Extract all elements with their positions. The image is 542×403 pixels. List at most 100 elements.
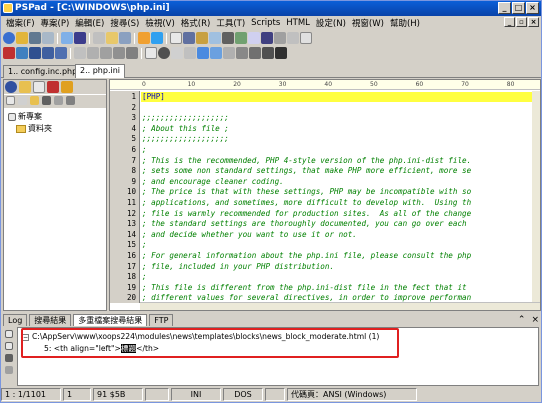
delete-icon[interactable] <box>42 96 51 105</box>
compare-icon[interactable] <box>248 32 260 44</box>
circle-icon[interactable] <box>158 47 170 59</box>
google-icon[interactable] <box>197 47 209 59</box>
maximize-button[interactable]: □ <box>512 2 525 14</box>
open-file-icon[interactable] <box>16 32 28 44</box>
mdi-restore-button[interactable]: ▫ <box>516 17 527 27</box>
code-line[interactable]: ; the standard settings are thoroughly d… <box>142 219 467 228</box>
code-line[interactable]: ; applications, and sometimes, more diff… <box>142 198 471 207</box>
code-line[interactable]: [PHP] <box>142 92 165 101</box>
panel-close-icon[interactable]: × <box>531 315 539 325</box>
minimize-button[interactable]: _ <box>498 2 511 14</box>
align-right-icon[interactable] <box>100 47 112 59</box>
code-line[interactable]: ; file is warmly recommended for product… <box>142 209 471 218</box>
code-line[interactable]: ; <box>142 145 147 154</box>
settings-icon[interactable] <box>287 32 299 44</box>
tab-log[interactable]: Log <box>3 314 28 326</box>
close-doc-icon[interactable] <box>300 32 312 44</box>
menu-edit[interactable]: 編輯(E) <box>72 17 107 29</box>
char-icon[interactable] <box>262 47 274 59</box>
horizontal-scrollbar[interactable] <box>140 302 540 310</box>
code-line[interactable]: ; and decide whether you want to use it … <box>142 230 357 239</box>
files-tab-icon[interactable] <box>19 81 31 93</box>
code-line[interactable]: ; The price is that with these settings,… <box>142 187 471 196</box>
goto-line-icon[interactable] <box>209 32 221 44</box>
preview-icon[interactable] <box>74 32 86 44</box>
new-project-icon[interactable] <box>6 96 15 105</box>
macro-icon[interactable] <box>261 32 273 44</box>
code-line[interactable]: ; <box>142 240 147 249</box>
print-icon[interactable] <box>61 32 73 44</box>
collapse-all-icon[interactable] <box>5 342 13 350</box>
menu-project[interactable]: 專案(P) <box>38 17 73 29</box>
tree-folder[interactable]: 資料夾 <box>16 123 52 134</box>
menu-search[interactable]: 搜尋(S) <box>107 17 142 29</box>
code-line[interactable]: ; sets some non standard settings, that … <box>142 166 471 175</box>
redo-icon[interactable] <box>151 32 163 44</box>
bold-icon[interactable] <box>29 47 41 59</box>
code-line[interactable]: ; This is the recommended, PHP 4-style v… <box>142 156 471 165</box>
break-icon[interactable] <box>126 47 138 59</box>
tools-icon[interactable] <box>66 96 75 105</box>
code-line[interactable]: ;;;;;;;;;;;;;;;;;;; <box>142 113 229 122</box>
comment-icon[interactable] <box>275 47 287 59</box>
align-left-icon[interactable] <box>74 47 86 59</box>
find-icon[interactable] <box>170 32 182 44</box>
link-icon[interactable] <box>184 47 196 59</box>
red-flag-icon[interactable] <box>3 47 15 59</box>
save-icon[interactable] <box>29 32 41 44</box>
mdi-minimize-button[interactable]: _ <box>504 17 515 27</box>
code-line[interactable]: ; and encourage cleaner coding. <box>142 177 284 186</box>
panel-collapse-icon[interactable]: ⌃ <box>518 315 526 325</box>
undo-icon[interactable] <box>138 32 150 44</box>
open-files-tab-icon[interactable] <box>33 81 45 93</box>
print-results-icon[interactable] <box>5 366 13 374</box>
bookmark-icon[interactable] <box>196 32 208 44</box>
menu-settings[interactable]: 設定(N) <box>313 17 349 29</box>
run-icon[interactable] <box>235 32 247 44</box>
list-icon[interactable] <box>236 47 248 59</box>
code-line[interactable]: ; For general information about the php.… <box>142 251 471 260</box>
tab-multi-file-search[interactable]: 多重檔案搜尋結果 <box>73 314 148 326</box>
html-tag-icon[interactable] <box>16 47 28 59</box>
code-line[interactable]: ; This file is different from the php.in… <box>142 283 467 292</box>
menu-html[interactable]: HTML <box>283 18 313 28</box>
save-results-icon[interactable] <box>5 354 13 362</box>
menu-scripts[interactable]: Scripts <box>248 18 283 28</box>
underline-icon[interactable] <box>55 47 67 59</box>
properties-icon[interactable] <box>54 96 63 105</box>
web-icon[interactable] <box>210 47 222 59</box>
code-line[interactable]: ;;;;;;;;;;;;;;;;;;; <box>142 134 229 143</box>
image-icon[interactable] <box>171 47 183 59</box>
paragraph-icon[interactable] <box>113 47 125 59</box>
mdi-close-button[interactable]: × <box>528 17 539 27</box>
add-file-icon[interactable] <box>18 96 27 105</box>
menu-tools[interactable]: 工具(T) <box>213 17 248 29</box>
cut-icon[interactable] <box>93 32 105 44</box>
add-folder-icon[interactable] <box>30 96 39 105</box>
expand-all-icon[interactable] <box>5 330 13 338</box>
italic-icon[interactable] <box>42 47 54 59</box>
vertical-scrollbar[interactable] <box>532 91 540 303</box>
favorites-tab-icon[interactable] <box>47 81 59 93</box>
menu-window[interactable]: 視窗(W) <box>349 17 387 29</box>
copy-icon[interactable] <box>106 32 118 44</box>
paste-icon[interactable] <box>119 32 131 44</box>
replace-icon[interactable] <box>183 32 195 44</box>
align-center-icon[interactable] <box>87 47 99 59</box>
ftp-icon[interactable] <box>274 32 286 44</box>
save-all-icon[interactable] <box>42 32 54 44</box>
new-file-icon[interactable] <box>3 32 15 44</box>
code-line[interactable]: ; <box>142 272 147 281</box>
project-tab-icon[interactable] <box>5 81 17 93</box>
code-line[interactable]: ; file, included in your PHP distributio… <box>142 262 334 271</box>
menu-file[interactable]: 檔案(F) <box>3 17 38 29</box>
menu-format[interactable]: 格式(R) <box>178 17 214 29</box>
wordwrap-icon[interactable] <box>222 32 234 44</box>
color-icon[interactable] <box>249 47 261 59</box>
table-icon[interactable] <box>145 47 157 59</box>
tab-search-results[interactable]: 搜尋結果 <box>29 314 72 326</box>
menu-help[interactable]: 幫助(H) <box>387 17 423 29</box>
tree-root[interactable]: 新專案 <box>8 111 42 122</box>
anchor-icon[interactable] <box>223 47 235 59</box>
menu-view[interactable]: 檢視(V) <box>142 17 177 29</box>
